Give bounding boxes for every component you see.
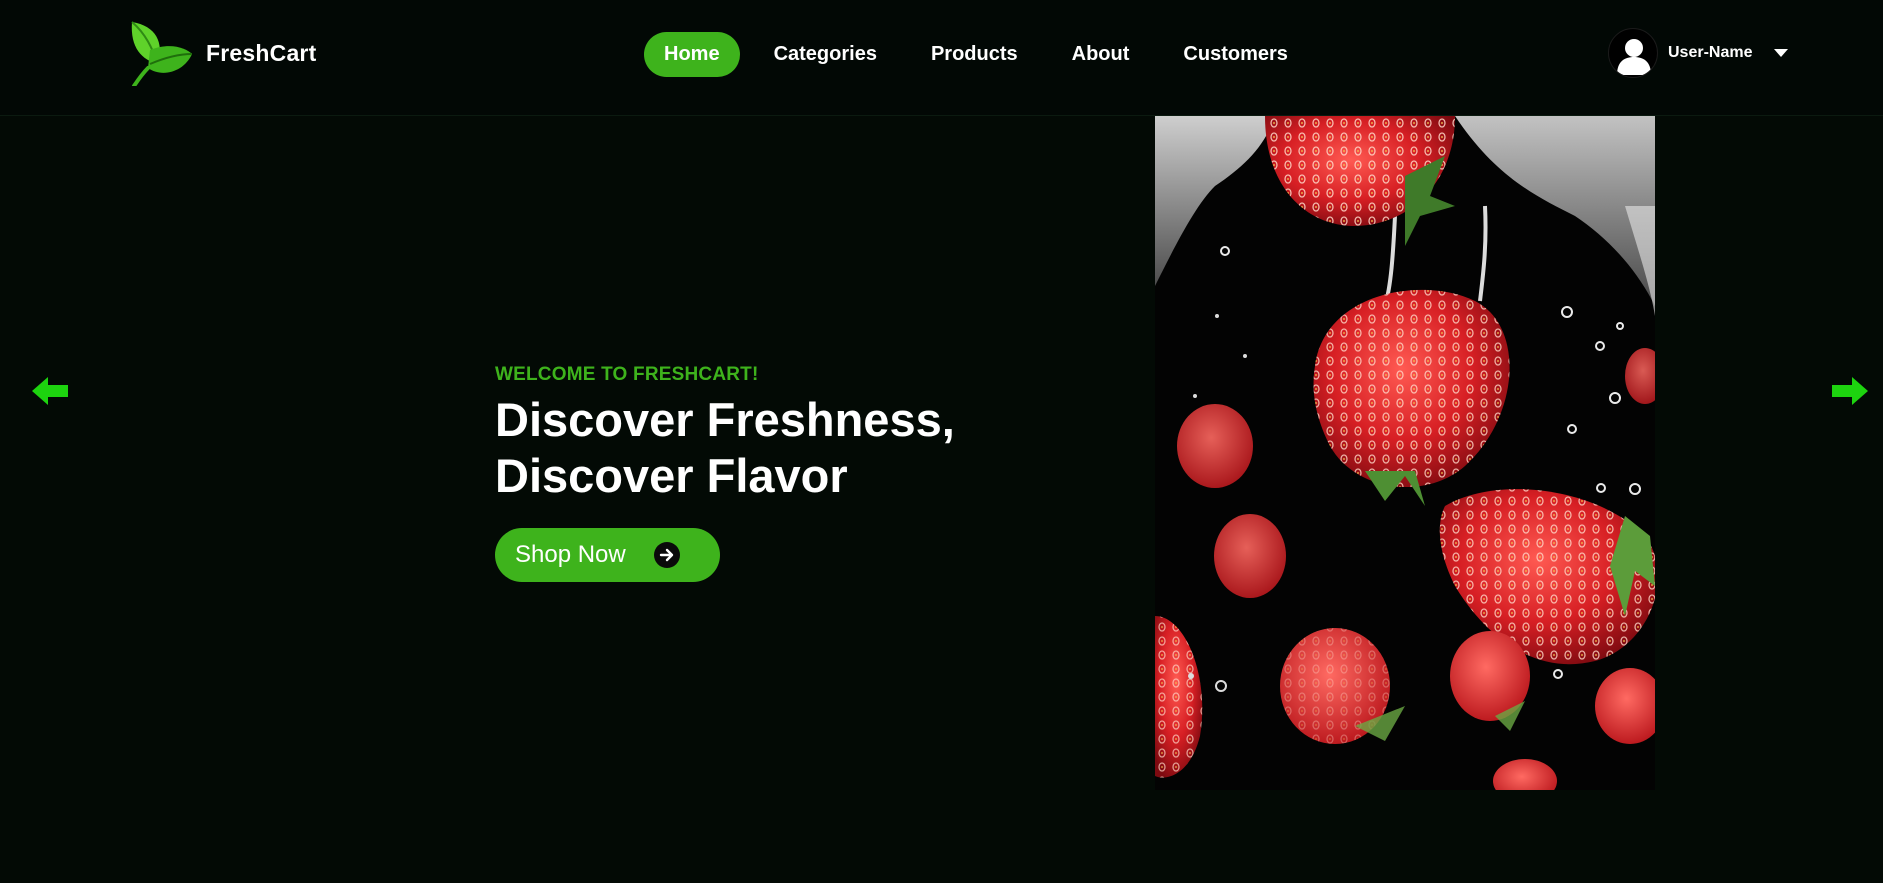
hero-eyebrow: WELCOME TO FRESHCART!: [495, 364, 759, 385]
chevron-down-icon[interactable]: [1774, 49, 1789, 57]
nav-products[interactable]: Products: [911, 32, 1038, 77]
user-menu[interactable]: User-Name: [1608, 28, 1789, 78]
shop-now-button[interactable]: Shop Now: [495, 528, 720, 582]
brand-name: FreshCart: [206, 39, 317, 66]
top-navbar: FreshCart Home Categories Products About…: [0, 0, 1883, 116]
leaf-icon: [131, 21, 192, 86]
nav-customers[interactable]: Customers: [1163, 32, 1307, 77]
arrow-left-icon[interactable]: [32, 377, 68, 405]
user-avatar-icon[interactable]: [1608, 28, 1658, 78]
hero-headline-line1: Discover Freshness,: [495, 393, 955, 446]
hero-image: [1155, 116, 1655, 790]
hero-headline-line2: Discover Flavor: [495, 449, 848, 502]
nav-categories[interactable]: Categories: [754, 32, 897, 77]
nav-about[interactable]: About: [1052, 32, 1150, 77]
shop-now-label: Shop Now: [515, 541, 626, 568]
brand-logo[interactable]: FreshCart: [126, 20, 316, 86]
hero-content: WELCOME TO FRESHCART! Discover Freshness…: [495, 364, 1055, 582]
main-nav: Home Categories Products About Customers: [644, 32, 1308, 77]
arrow-circle-right-icon: [653, 542, 680, 568]
hero-headline: Discover Freshness, Discover Flavor: [495, 392, 1055, 504]
arrow-right-icon[interactable]: [1832, 377, 1868, 405]
nav-home[interactable]: Home: [644, 32, 740, 77]
user-name: User-Name: [1668, 44, 1753, 61]
